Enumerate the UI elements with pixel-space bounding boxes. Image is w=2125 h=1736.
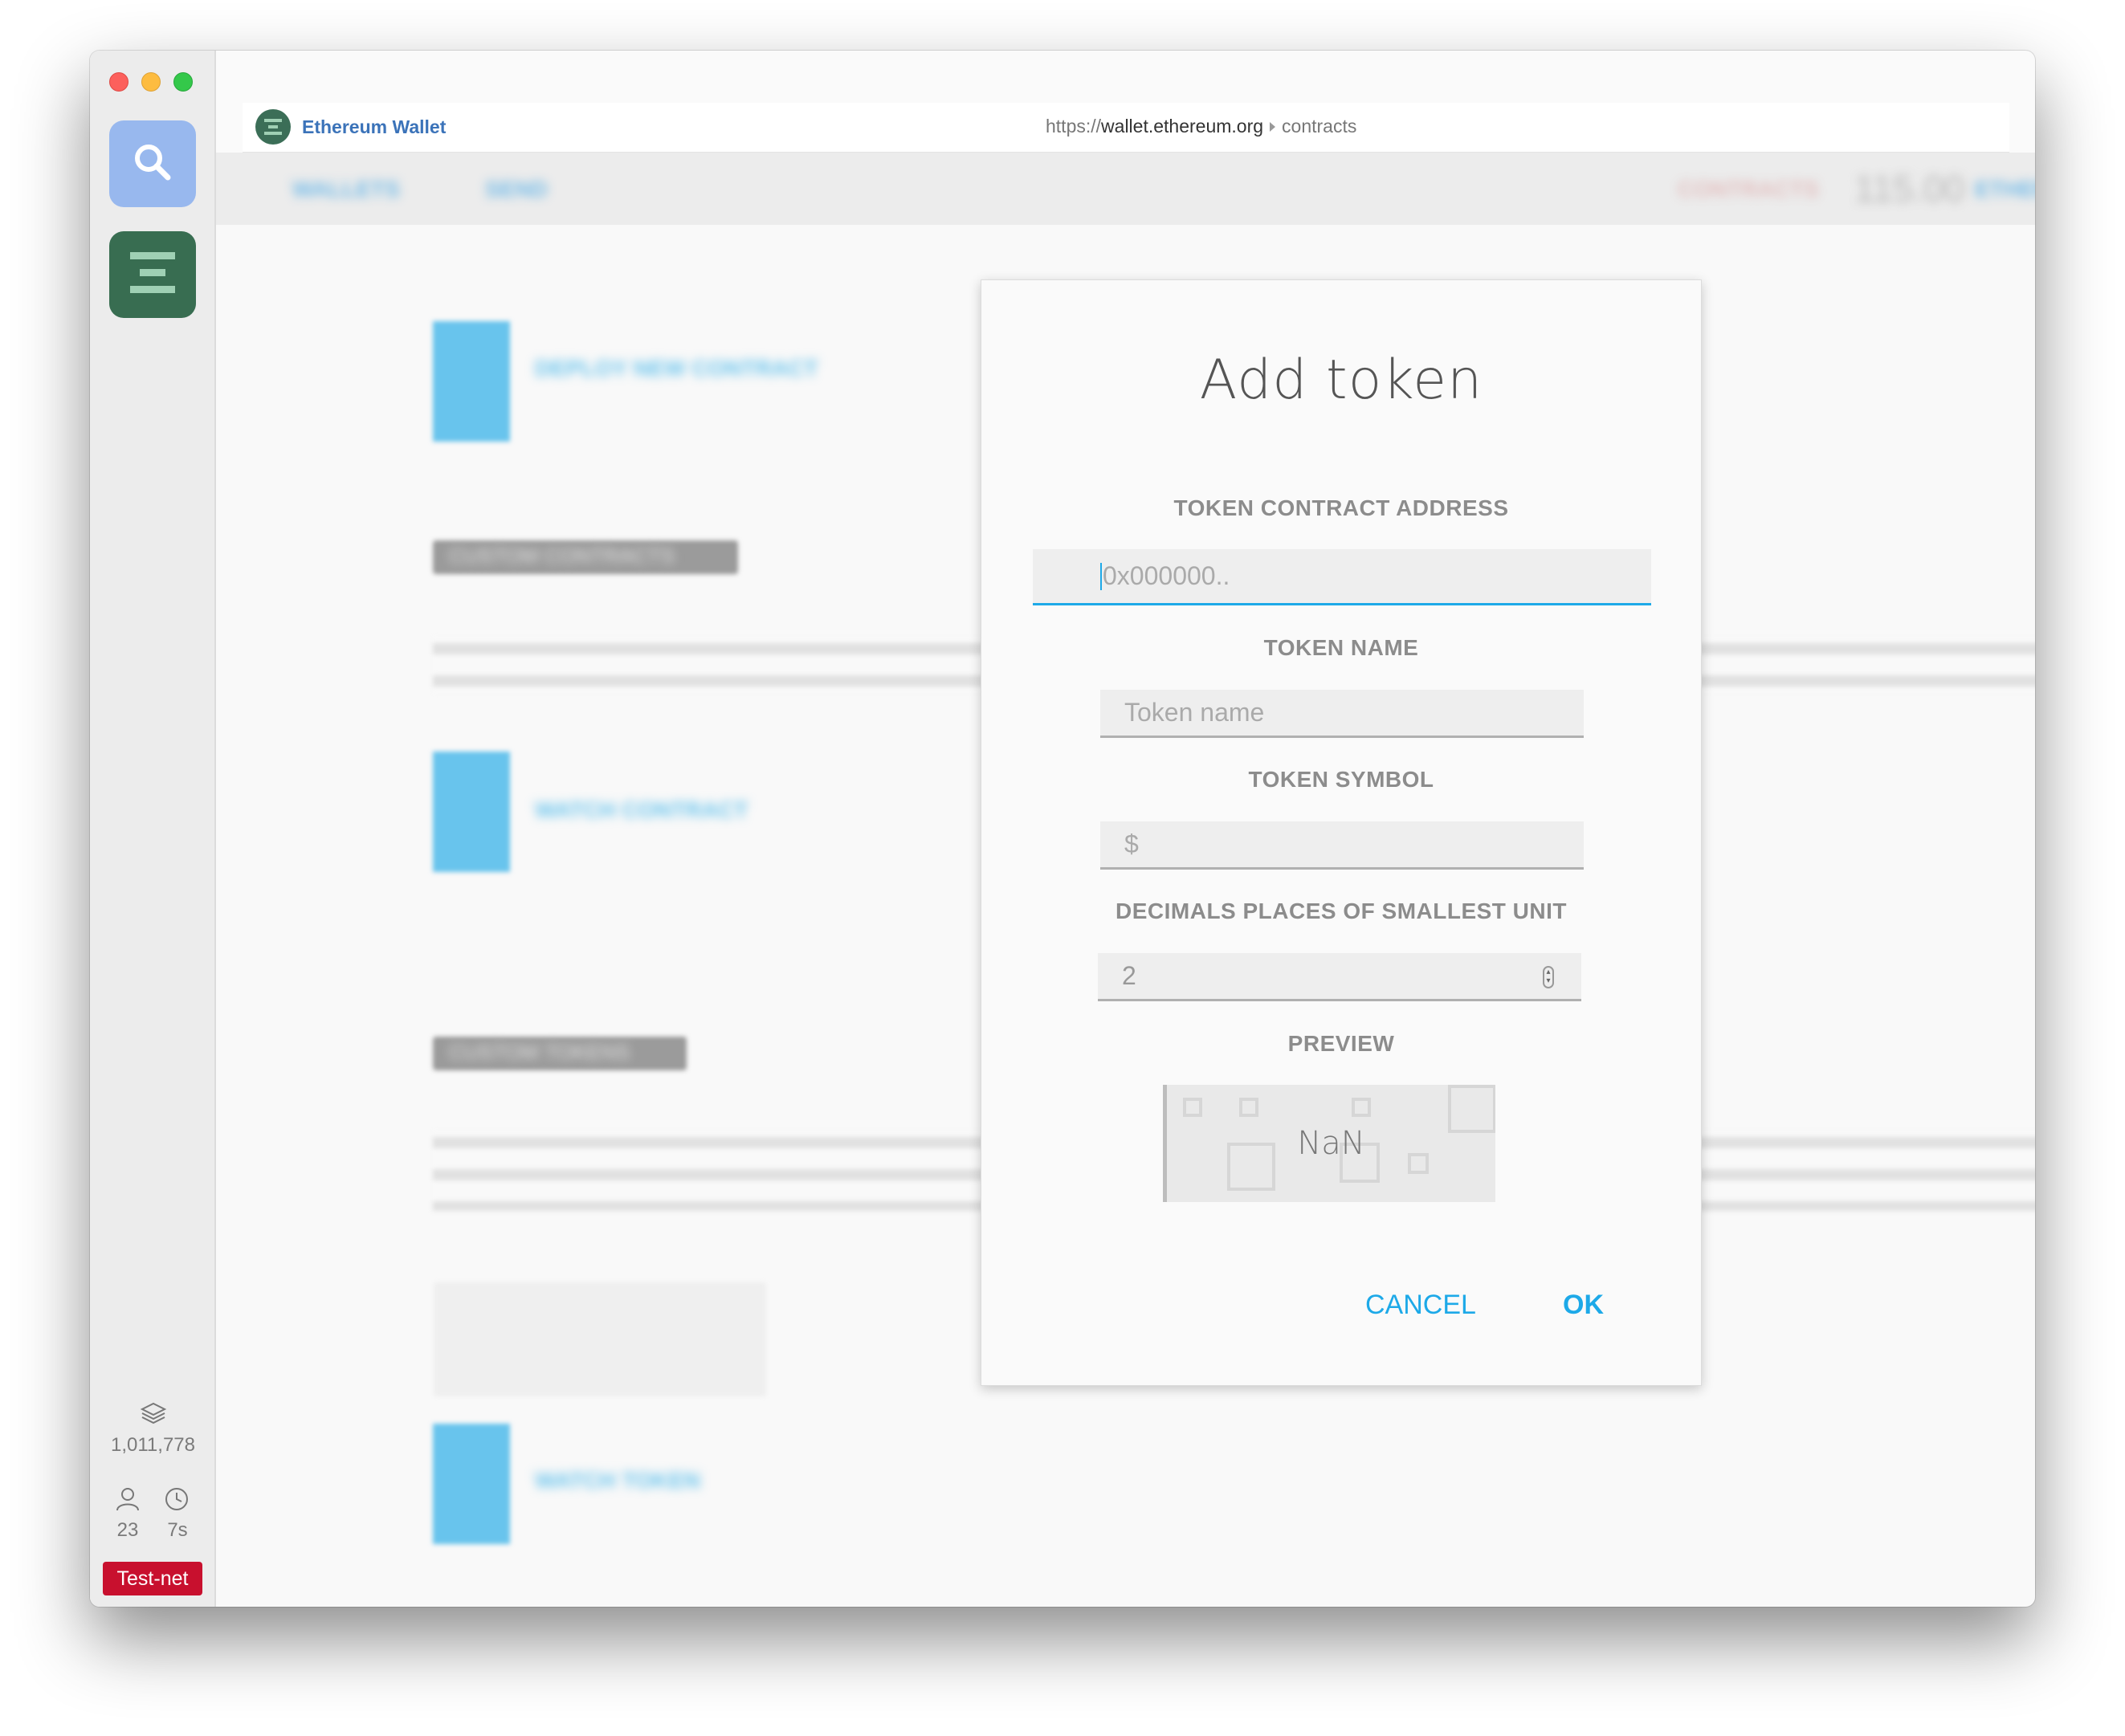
maximize-window-button[interactable] [173, 72, 193, 92]
decimals-input[interactable]: 2 ▴ ▾ [1098, 953, 1581, 1001]
peers-icon [114, 1486, 141, 1518]
token-name-placeholder: Token name [1124, 698, 1265, 727]
token-preview: NaN [1163, 1085, 1495, 1202]
browser-search-button[interactable] [109, 120, 196, 207]
last-block-time: 7s [167, 1519, 188, 1541]
token-address-label: TOKEN CONTRACT ADDRESS [1173, 495, 1509, 520]
identicon-square [1183, 1098, 1202, 1117]
add-token-dialog: Add token TOKEN CONTRACT ADDRESS 0x00000… [981, 279, 1702, 1386]
token-symbol-input[interactable]: $ [1100, 821, 1584, 870]
url-domain: wallet.ethereum.org [1101, 116, 1264, 137]
peer-count: 23 [116, 1519, 139, 1541]
app-name: Ethereum Wallet [302, 116, 447, 137]
main-view: Ethereum Wallet https://wallet.ethereum.… [216, 51, 2035, 1607]
close-window-button[interactable] [109, 72, 128, 92]
decimals-value: 2 [1122, 961, 1136, 990]
preview-value: NaN [1297, 1125, 1365, 1162]
url-scheme: https:// [1046, 116, 1102, 137]
search-icon [130, 140, 175, 189]
ethereum-wallet-logo-icon [255, 109, 291, 145]
layers-icon [140, 1401, 167, 1431]
cancel-button[interactable]: CANCEL [1365, 1290, 1476, 1321]
breadcrumb-arrow-icon [1270, 122, 1276, 132]
number-stepper-icon[interactable]: ▴ ▾ [1543, 966, 1554, 988]
token-symbol-placeholder: $ [1124, 829, 1139, 858]
token-address-input[interactable]: 0x000000.. [1033, 549, 1651, 605]
browser-bar[interactable]: Ethereum Wallet https://wallet.ethereum.… [243, 103, 2009, 153]
preview-label: PREVIEW [1287, 1031, 1395, 1056]
url-path: contracts [1282, 116, 1357, 137]
address-bar[interactable]: https://wallet.ethereum.org contracts [1046, 116, 1356, 137]
network-badge: Test-net [103, 1562, 202, 1595]
token-symbol-label: TOKEN SYMBOL [1248, 767, 1434, 792]
identicon-square [1352, 1098, 1371, 1117]
app-brand: Ethereum Wallet [255, 109, 446, 145]
block-number: 1,011,778 [111, 1434, 195, 1456]
wallet-app-button[interactable] [109, 231, 196, 318]
token-name-label: TOKEN NAME [1263, 635, 1419, 660]
token-name-input[interactable]: Token name [1100, 690, 1584, 738]
text-caret [1100, 562, 1102, 590]
clock-icon [164, 1486, 190, 1518]
token-address-placeholder: 0x000000.. [1103, 561, 1230, 590]
dialog-title: Add token [1199, 348, 1483, 412]
ok-button[interactable]: OK [1563, 1290, 1604, 1321]
wallet-icon [127, 247, 178, 303]
identicon-square [1239, 1098, 1258, 1117]
minimize-window-button[interactable] [141, 72, 161, 92]
mist-sidebar: 1,011,778 23 7s Test-net [90, 51, 216, 1607]
decimals-label: DECIMALS PLACES OF SMALLEST UNIT [1116, 899, 1567, 923]
app-window: 1,011,778 23 7s Test-net Ethereum Wallet… [90, 51, 2035, 1607]
